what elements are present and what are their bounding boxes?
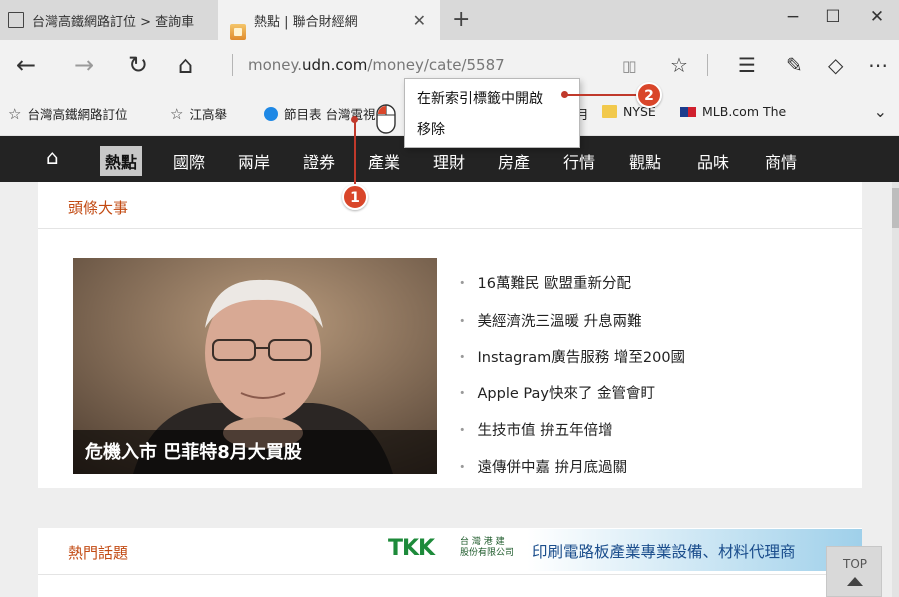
bullet-icon: ・	[455, 460, 470, 476]
reading-view-icon[interactable]: ▯▯	[622, 57, 636, 75]
close-window-button[interactable]: ✕	[862, 7, 892, 27]
scrollbar-thumb[interactable]	[892, 188, 899, 228]
ad-banner[interactable]: TKK 台 灣 港 建股份有限公司 印刷電路板產業專業設備、材料代理商	[384, 529, 862, 571]
new-tab-button[interactable]: +	[452, 7, 470, 32]
tab-udn-money[interactable]: 熱點 | 聯合財經網 ✕	[218, 0, 440, 40]
ad-company-line1: 台 灣 港 建	[460, 537, 505, 547]
nav-item-hot[interactable]: 熱點	[100, 146, 143, 176]
star-icon: ☆	[170, 104, 184, 123]
favorite-ttv-schedule[interactable]: 節目表 台灣電視	[264, 104, 375, 123]
hub-icon[interactable]: ☰	[738, 53, 756, 77]
page-icon	[8, 12, 24, 28]
headline-link[interactable]: ・ 16萬難民 歐盟重新分配	[455, 272, 631, 293]
nav-item-finance[interactable]: 理財	[428, 146, 470, 176]
headline-link[interactable]: ・美經濟洗三溫暖 升息兩難	[455, 310, 642, 331]
headline-link[interactable]: ・ Apple Pay快來了 金管會盯	[455, 382, 655, 403]
nav-item-real-estate[interactable]: 房產	[493, 146, 535, 176]
nav-item-international[interactable]: 國際	[168, 146, 210, 176]
ad-company-name: 台 灣 港 建股份有限公司	[460, 537, 514, 559]
headline-text: 生技市值 拚五年倍增	[477, 423, 613, 439]
maximize-button[interactable]: ☐	[818, 7, 848, 27]
headline-text: Apple Pay快來了 金管會盯	[477, 386, 656, 402]
headline-text: 16萬難民 歐盟重新分配	[477, 276, 632, 292]
bullet-icon: ・	[455, 276, 470, 292]
address-divider	[232, 54, 233, 76]
ad-logo: TKK	[388, 536, 435, 561]
favorite-label: 節目表 台灣電視	[284, 107, 376, 122]
nav-item-industry[interactable]: 產業	[363, 146, 405, 176]
tab-title: 台灣高鐵網路訂位 > 查詢車	[32, 14, 195, 30]
ad-text: 印刷電路板產業專業設備、材料代理商	[532, 543, 796, 561]
folder-icon	[602, 105, 617, 118]
tab-thsr-booking[interactable]: 台灣高鐵網路訂位 > 查詢車	[0, 0, 218, 40]
headline-link[interactable]: ・生技市值 拚五年倍增	[455, 419, 613, 440]
section-title-headlines: 頭條大事	[68, 199, 129, 217]
home-icon[interactable]: ⌂	[46, 145, 59, 169]
headline-photo[interactable]: 危機入市 巴菲特8月大買股	[73, 258, 437, 474]
up-arrow-icon	[847, 577, 863, 586]
bullet-icon: ・	[455, 386, 470, 402]
back-to-top-button[interactable]: TOP	[826, 546, 882, 597]
scrollbar[interactable]	[892, 182, 899, 597]
nav-item-business[interactable]: 商情	[760, 146, 802, 176]
photo-caption[interactable]: 危機入市 巴菲特8月大買股	[85, 438, 302, 464]
bullet-icon: ・	[455, 423, 470, 439]
bullet-icon: ・	[455, 314, 470, 330]
favorite-star-icon[interactable]: ☆	[670, 53, 688, 77]
forward-button[interactable]: →	[74, 51, 94, 79]
url-path: /money/cate/5587	[367, 56, 505, 74]
url-domain: udn.com	[302, 56, 368, 74]
share-icon[interactable]: ◇	[828, 53, 843, 77]
refresh-button[interactable]: ↻	[128, 51, 148, 79]
globe-icon	[264, 106, 278, 121]
headline-text: 美經濟洗三溫暖 升息兩難	[477, 314, 642, 330]
section-divider	[38, 574, 862, 575]
chevron-down-icon[interactable]: ⌄	[874, 102, 887, 121]
callout-1-leader	[354, 120, 356, 186]
web-note-icon[interactable]: ✎	[786, 53, 803, 77]
url-prefix: money.	[248, 56, 303, 74]
minimize-button[interactable]: −	[778, 7, 808, 27]
favorite-label: 台灣高鐵網路訂位	[27, 107, 128, 122]
nav-item-quotes[interactable]: 行情	[558, 146, 600, 176]
close-tab-icon[interactable]: ✕	[413, 11, 426, 30]
section-title-hot-topics: 熱門話題	[68, 544, 129, 562]
address-field[interactable]: money.udn.com/money/cate/5587	[248, 56, 505, 74]
section-divider	[38, 228, 862, 229]
headline-text: 遠傳併中嘉 拚月底過關	[477, 460, 628, 476]
more-actions-icon[interactable]: ⋯	[868, 53, 888, 77]
headline-text: Instagram廣告服務 增至200國	[477, 350, 686, 366]
favorite-mlb[interactable]: MLB.com The	[680, 104, 786, 119]
callout-2-leader	[565, 94, 639, 96]
nav-item-securities[interactable]: 證券	[298, 146, 340, 176]
favorite-thsr[interactable]: ☆ 台灣高鐵網路訂位	[8, 104, 127, 123]
headline-link[interactable]: ・遠傳併中嘉 拚月底過關	[455, 456, 627, 477]
mouse-icon	[376, 104, 396, 134]
callout-2-anchor	[561, 91, 568, 98]
back-button[interactable]: ←	[16, 51, 36, 79]
mlb-icon	[680, 106, 696, 117]
udn-favicon-icon	[230, 24, 246, 40]
favorite-label: MLB.com The	[702, 104, 787, 119]
bullet-icon: ・	[455, 350, 470, 366]
nav-item-opinion[interactable]: 觀點	[624, 146, 666, 176]
star-icon: ☆	[8, 104, 22, 123]
ad-company-line2: 股份有限公司	[460, 548, 515, 558]
tab-title: 熱點 | 聯合財經網	[254, 14, 358, 30]
nav-item-cross-strait[interactable]: 兩岸	[233, 146, 275, 176]
menu-item-remove[interactable]: 移除	[417, 119, 445, 139]
top-label: TOP	[842, 557, 867, 571]
callout-1-anchor	[351, 116, 358, 123]
tab-strip: 台灣高鐵網路訂位 > 查詢車 熱點 | 聯合財經網 ✕ + − ☐ ✕	[0, 0, 899, 40]
nav-item-lifestyle[interactable]: 品味	[692, 146, 734, 176]
context-menu: 在新索引標籤中開啟 移除	[404, 78, 580, 148]
toolbar-divider	[707, 54, 708, 76]
callout-badge-2: 2	[636, 82, 662, 108]
callout-badge-1: 1	[342, 184, 368, 210]
headline-link[interactable]: ・ Instagram廣告服務 增至200國	[455, 346, 685, 367]
home-button[interactable]: ⌂	[178, 51, 193, 79]
favorite-label: 江高舉	[189, 107, 227, 122]
favorite-jiang[interactable]: ☆ 江高舉	[170, 104, 227, 123]
menu-item-open-in-new-tab[interactable]: 在新索引標籤中開啟	[417, 88, 543, 108]
